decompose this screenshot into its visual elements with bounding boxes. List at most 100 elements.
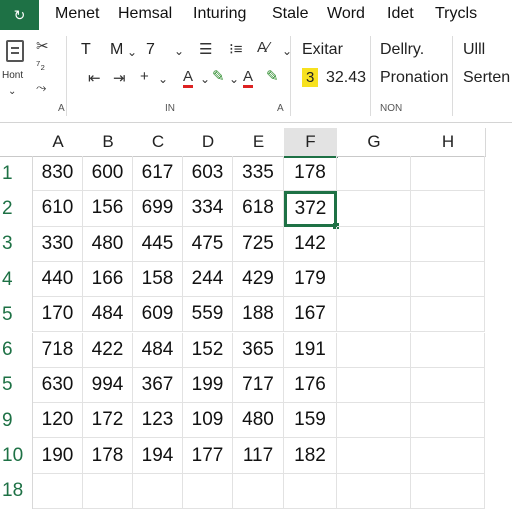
column-header-f[interactable]: F [284,128,338,158]
row-header[interactable]: 4 [0,261,33,298]
table-cell[interactable]: 603 [183,156,233,192]
table-cell[interactable]: 109 [183,403,233,439]
table-cell[interactable]: 194 [133,438,183,474]
column-header-g[interactable]: G [337,128,412,157]
table-cell[interactable]: 190 [33,438,83,474]
table-cell[interactable] [337,261,411,298]
table-cell[interactable]: 367 [133,367,183,404]
table-cell[interactable]: 178 [83,438,133,474]
table-cell[interactable]: 176 [284,367,337,404]
table-cell[interactable] [411,473,485,509]
copy-icon[interactable]: ⁷₂ [36,58,45,72]
table-cell[interactable]: 117 [233,438,284,474]
indent-right-icon[interactable]: ⇥ [113,69,126,87]
highlight-icon[interactable]: ✎ [212,67,225,85]
table-cell[interactable]: 244 [183,261,233,298]
table-cell[interactable]: 440 [33,261,83,298]
table-cell[interactable]: 725 [233,226,284,262]
column-header-a[interactable]: A [33,128,84,157]
table-cell[interactable]: 191 [284,332,337,368]
table-cell[interactable] [411,261,485,298]
app-logo-icon[interactable]: ↻ [0,0,39,30]
table-cell[interactable]: 172 [83,403,133,439]
table-cell[interactable] [33,473,83,509]
table-cell[interactable]: 158 [133,261,183,298]
table-cell[interactable]: 334 [183,191,233,227]
table-cell[interactable]: 559 [183,297,233,333]
font-size-field[interactable]: 7 [146,41,155,59]
table-cell[interactable]: 830 [33,156,83,192]
orientation-icon[interactable]: A⁄ [257,39,270,56]
table-cell[interactable] [337,226,411,262]
indent-left-icon[interactable]: ⇤ [88,69,101,87]
add-icon[interactable]: + [140,68,149,85]
selected-cell[interactable]: 372 [284,191,337,227]
paint-bucket-icon[interactable]: ✎ [266,67,279,85]
table-cell[interactable]: 152 [183,332,233,368]
column-header-b[interactable]: B [83,128,134,157]
table-cell[interactable] [411,438,485,474]
wrap-icon[interactable]: ⁝≡ [229,40,243,58]
table-cell[interactable]: 609 [133,297,183,333]
table-cell[interactable]: 199 [183,367,233,404]
table-cell[interactable] [411,156,485,192]
table-cell[interactable]: 335 [233,156,284,192]
table-cell[interactable]: 994 [83,367,133,404]
table-cell[interactable]: 718 [33,332,83,368]
table-cell[interactable]: 156 [83,191,133,227]
column-header-c[interactable]: C [133,128,184,157]
table-cell[interactable]: 159 [284,403,337,439]
table-cell[interactable]: 120 [33,403,83,439]
row-header[interactable]: 6 [0,332,33,368]
table-cell[interactable]: 600 [83,156,133,192]
table-cell[interactable]: 717 [233,367,284,404]
table-cell[interactable] [337,367,411,404]
table-cell[interactable] [233,473,284,509]
table-cell[interactable]: 480 [83,226,133,262]
table-cell[interactable] [183,473,233,509]
row-header[interactable]: 9 [0,403,33,439]
row-header[interactable]: 2 [0,191,33,227]
format-painter-icon[interactable]: ⤳ [36,80,46,96]
table-cell[interactable] [411,367,485,404]
table-cell[interactable] [337,156,411,192]
menu-item-7[interactable]: Trycls [435,5,477,23]
table-cell[interactable] [411,226,485,262]
ribbon-label-1[interactable]: Dellry. [380,41,424,59]
highlight-chevron-icon[interactable]: ⌄ [229,72,239,86]
table-cell[interactable]: 166 [83,261,133,298]
add-chevron-icon[interactable]: ⌄ [158,72,168,86]
chevron-down-icon[interactable]: ⌄ [8,86,16,97]
font-color-chevron-icon[interactable]: ⌄ [200,72,210,86]
table-cell[interactable] [337,403,411,439]
table-cell[interactable]: 365 [233,332,284,368]
table-cell[interactable]: 429 [233,261,284,298]
table-cell[interactable]: 422 [83,332,133,368]
ribbon-label-2[interactable]: Pronation [380,69,449,87]
table-cell[interactable]: 142 [284,226,337,262]
table-cell[interactable]: 178 [284,156,337,192]
row-header[interactable]: 1 [0,156,33,192]
table-cell[interactable] [411,403,485,439]
table-cell[interactable]: 123 [133,403,183,439]
ribbon-label-3[interactable]: Ulll [463,41,485,59]
table-cell[interactable] [284,473,337,509]
menu-item-6[interactable]: Idet [387,5,414,23]
align-icon[interactable]: ☰ [199,40,212,58]
table-cell[interactable] [337,473,411,509]
column-header-e[interactable]: E [233,128,285,157]
row-header[interactable]: 3 [0,226,33,262]
font-size-chevron-icon[interactable]: ⌄ [174,44,184,58]
table-cell[interactable]: 699 [133,191,183,227]
table-cell[interactable]: 480 [233,403,284,439]
styles-label[interactable]: Exitar [302,41,343,59]
table-cell[interactable] [83,473,133,509]
table-cell[interactable]: 484 [133,332,183,368]
table-cell[interactable]: 330 [33,226,83,262]
table-cell[interactable]: 179 [284,261,337,298]
table-cell[interactable]: 475 [183,226,233,262]
table-cell[interactable]: 617 [133,156,183,192]
table-cell[interactable] [337,191,411,227]
cut-icon[interactable]: ✂ [36,37,49,55]
column-header-d[interactable]: D [183,128,234,157]
